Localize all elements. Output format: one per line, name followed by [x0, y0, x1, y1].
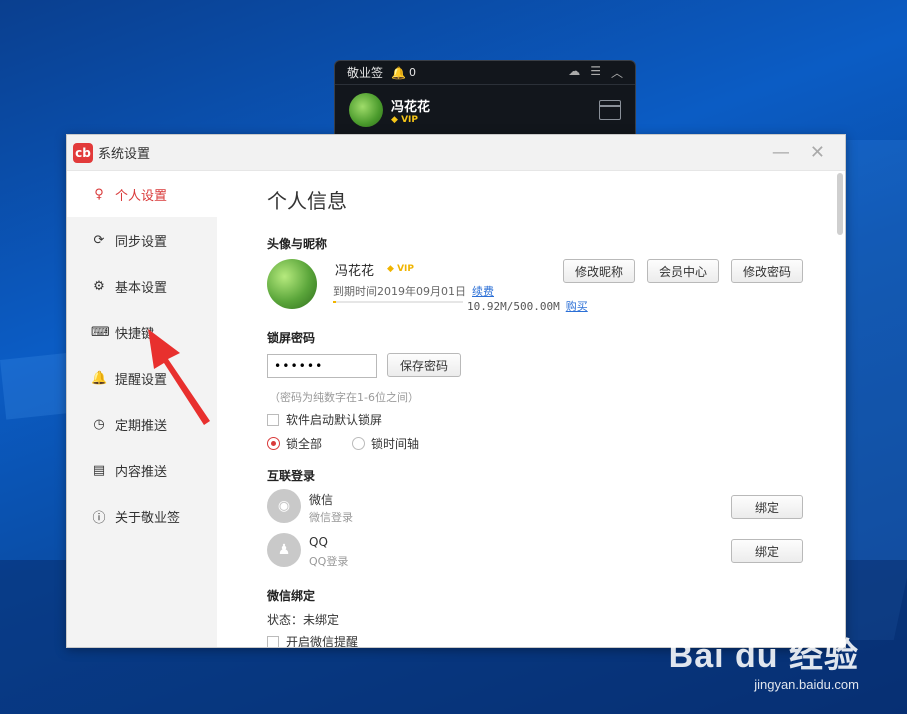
baidu-watermark: Bai du 经验 jingyan.baidu.com [669, 628, 859, 692]
edit-nickname-button[interactable]: 修改昵称 [563, 259, 635, 283]
window-titlebar: cb 系统设置 — ✕ [67, 135, 845, 171]
widget-titlebar: 敬业签 🔔 0 ☁ ☰ ︿ [335, 61, 635, 85]
section-profile-heading: 头像与昵称 [267, 237, 328, 251]
content-panel: 个人信息 头像与昵称 冯花花 ◆ VIP 到期时间2019年09月01日 续费 1… [217, 171, 835, 648]
section-lock-heading: 锁屏密码 [267, 331, 316, 345]
qq-icon: ♟ [267, 533, 301, 567]
notification-count: 0 [408, 66, 416, 79]
user-icon: ♀ [94, 186, 104, 202]
sidebar-item-label: 内容推送 [115, 464, 168, 480]
sidebar-item-sync[interactable]: ⟳ 同步设置 [67, 217, 217, 263]
minimize-icon[interactable]: — [772, 142, 790, 163]
menu-icon[interactable]: ☰ [590, 64, 601, 81]
bell-icon[interactable]: 🔔 [391, 66, 406, 80]
sidebar-item-personal[interactable]: ♀ 个人设置 [67, 171, 217, 217]
wechat-icon: ◉ [267, 489, 301, 523]
buy-link[interactable]: 购买 [566, 300, 588, 313]
bind-status: 状态：未绑定 [267, 613, 340, 627]
calendar-icon[interactable] [599, 100, 621, 120]
settings-icon: ⚙ [93, 278, 105, 294]
vip-badge: ◆ VIP [391, 114, 418, 125]
app-logo-icon: cb [73, 142, 93, 163]
checkbox-box [267, 413, 279, 426]
storage-bar [333, 301, 463, 303]
password-hint: （密码为纯数字在1-6位之间） [269, 391, 419, 404]
save-password-button[interactable]: 保存密码 [387, 353, 461, 377]
sidebar-item-label: 基本设置 [115, 280, 168, 296]
checkbox-box [267, 635, 279, 647]
bell-icon: 🔔 [91, 370, 108, 386]
mini-widget: 敬业签 🔔 0 ☁ ☰ ︿ 冯花花 ◆ VIP [334, 60, 636, 142]
chevron-up-icon[interactable]: ︿ [611, 64, 623, 81]
bind-wechat-button[interactable]: 绑定 [731, 495, 803, 519]
qq-sub: QQ登录 [309, 555, 349, 568]
wechat-sub: 微信登录 [309, 511, 353, 524]
sidebar-item-label: 个人设置 [115, 188, 168, 204]
widget-user: 冯花花 ◆ VIP [335, 85, 635, 135]
sidebar-item-content-push[interactable]: ▤ 内容推送 [67, 447, 217, 493]
wechat-remind-label: 开启微信提醒 [286, 635, 359, 648]
auto-lock-checkbox[interactable]: 软件启动默认锁屏 [267, 411, 382, 428]
sidebar-item-label: 同步设置 [115, 234, 168, 250]
sidebar-item-about[interactable]: ⓘ 关于敬业签 [67, 493, 217, 539]
page-title: 个人信息 [267, 189, 347, 213]
scrollbar-thumb[interactable] [837, 173, 843, 235]
radio-dot [267, 437, 280, 450]
wechat-name: 微信 [309, 493, 334, 507]
member-center-button[interactable]: 会员中心 [647, 259, 719, 283]
storage-text: 10.92M/500.00M 购买 [467, 300, 588, 313]
info-icon: ⓘ [92, 510, 106, 526]
widget-title: 敬业签 [347, 66, 384, 80]
storage-bar-fill [333, 301, 336, 303]
expiry-text: 到期时间2019年09月01日 续费 [333, 285, 494, 298]
section-social-heading: 互联登录 [267, 469, 316, 483]
watermark-logo: Bai du 经验 [668, 637, 859, 675]
sidebar-item-basic[interactable]: ⚙ 基本设置 [67, 263, 217, 309]
sidebar-item-label: 关于敬业签 [115, 510, 181, 526]
renew-link[interactable]: 续费 [472, 285, 494, 298]
document-icon: ▤ [92, 462, 106, 478]
annotation-arrow [148, 329, 210, 425]
lock-timeline-radio[interactable]: 锁时间轴 [352, 435, 419, 452]
close-icon[interactable]: ✕ [810, 142, 825, 163]
lock-password-field[interactable] [267, 354, 377, 378]
radio-dot [352, 437, 365, 450]
lock-all-label: 锁全部 [286, 437, 323, 451]
widget-user-name: 冯花花 [391, 99, 431, 115]
window-title: 系统设置 [98, 147, 151, 162]
sync-icon: ⟳ [93, 232, 105, 248]
clock-icon: ◷ [93, 416, 105, 432]
auto-lock-label: 软件启动默认锁屏 [286, 413, 383, 427]
lock-all-radio[interactable]: 锁全部 [267, 435, 322, 452]
cloud-icon[interactable]: ☁ [568, 64, 580, 81]
avatar[interactable] [349, 93, 383, 127]
qq-name: QQ [309, 535, 328, 549]
avatar[interactable] [267, 259, 317, 309]
bind-qq-button[interactable]: 绑定 [731, 539, 803, 563]
edit-password-button[interactable]: 修改密码 [731, 259, 803, 283]
watermark-url: jingyan.baidu.com [754, 677, 859, 692]
wechat-remind-checkbox[interactable]: 开启微信提醒 [267, 633, 359, 648]
user-name: 冯花花 [335, 264, 375, 279]
vip-badge: ◆ VIP [387, 264, 414, 274]
lock-timeline-label: 锁时间轴 [371, 437, 420, 451]
keyboard-icon: ⌨ [91, 324, 110, 340]
section-wechat-bind-heading: 微信绑定 [267, 589, 316, 603]
scrollbar[interactable] [837, 171, 843, 647]
